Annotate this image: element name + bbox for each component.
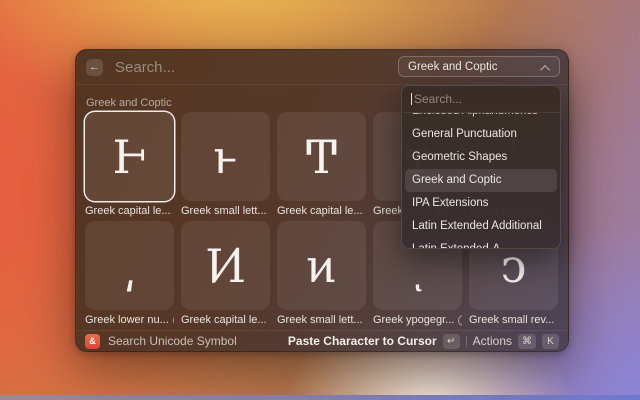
dropdown-option-list: Enclosed AlphanumericsGeneral Punctuatio… [402,113,560,249]
symbol-label-row: Greek capital le...? [181,310,270,330]
footer-actions: Paste Character to Cursor ↵ Actions ⌘ K [288,334,559,349]
symbol-cell[interactable]: ͵ [85,221,174,310]
footer-bar: & Search Unicode Symbol Paste Character … [76,330,568,351]
symbol-label-row: Greek ypogegr...? [373,310,462,330]
dropdown-search-row[interactable]: Search... [402,86,560,113]
symbol-character: ͻ [501,243,527,289]
symbol-character: Ͷ [205,243,245,289]
chevron-up-icon [540,64,550,74]
symbol-cell-unit: ͱ Greek small lett...? [181,112,270,221]
dropdown-option[interactable]: Greek and Coptic [405,169,557,192]
symbol-character: ͱ [213,134,237,180]
symbol-character: ͺ [406,243,429,289]
search-input[interactable]: Search... [115,59,175,76]
extension-name: Search Unicode Symbol [108,334,237,348]
question-icon[interactable]: ? [458,315,462,326]
dropdown-option[interactable]: General Punctuation [405,123,557,146]
symbol-cell[interactable]: ͱ [181,112,270,201]
symbol-name: Greek small rev... [469,314,554,326]
cmd-key-icon: ⌘ [518,334,536,349]
block-dropdown-panel: Search... Enclosed AlphanumericsGeneral … [401,85,561,249]
symbol-cell[interactable]: Ͱ [85,112,174,201]
symbol-name: Greek ypogegr... [373,314,454,326]
symbol-name: Greek lower nu... [85,314,169,326]
symbol-cell-unit: Ͱ Greek capital le...? [85,112,174,221]
dropdown-option[interactable]: Geometric Shapes [405,146,557,169]
symbol-cell[interactable]: ͷ [277,221,366,310]
primary-action-button[interactable]: Paste Character to Cursor [288,334,437,348]
enter-key-icon: ↵ [443,334,460,349]
dropdown-option[interactable]: Latin Extended-A [405,238,557,249]
block-selector-dropdown[interactable]: Greek and Coptic [398,56,560,77]
dropdown-option[interactable]: Enclosed Alphanumerics [405,113,557,123]
symbol-name: Greek small lett... [277,314,363,326]
dropdown-option[interactable]: Latin Extended Additional [405,215,557,238]
extension-icon: & [85,334,100,349]
symbol-cell[interactable]: Ͳ [277,112,366,201]
symbol-cell-unit: ͵ Greek lower nu...? [85,221,174,330]
footer-divider [466,336,467,347]
symbol-name: Greek capital le... [85,205,171,217]
top-search-bar: ← Search... Greek and Coptic [76,50,568,84]
symbol-label-row: Greek capital le...? [277,201,366,221]
symbol-label-row: Greek lower nu...? [85,310,174,330]
symbol-label-row: Greek small lett...? [181,201,270,221]
symbol-cell-unit: Ͳ Greek capital le...? [277,112,366,221]
dropdown-search-input[interactable]: Search... [414,92,462,106]
block-selector-value: Greek and Coptic [408,61,498,73]
symbol-cell-unit: ͷ Greek small lett...? [277,221,366,330]
symbol-character: ͵ [123,243,136,289]
text-caret [411,93,412,105]
symbol-label-row: Greek capital le...? [85,201,174,221]
symbol-cell[interactable]: Ͷ [181,221,270,310]
section-header: Greek and Coptic [86,97,172,109]
symbol-name: Greek capital le... [277,205,363,217]
background-bottom-strip [0,395,640,400]
symbol-character: Ͱ [112,134,146,180]
back-icon: ← [89,61,100,73]
symbol-name: Greek small lett... [181,205,267,217]
symbol-character: Ͳ [306,134,337,180]
back-button[interactable]: ← [86,59,103,76]
symbol-character: ͷ [306,243,337,289]
question-icon[interactable]: ? [173,315,174,326]
symbol-label-row: Greek small lett...? [277,310,366,330]
symbol-label-row: Greek small rev...? [469,310,558,330]
dropdown-option[interactable]: IPA Extensions [405,192,557,215]
symbol-name: Greek capital le... [181,314,267,326]
raycast-window: ← Search... Greek and Coptic Greek and C… [75,49,569,352]
symbol-cell-unit: Ͷ Greek capital le...? [181,221,270,330]
k-key-badge: K [542,334,559,349]
actions-button[interactable]: Actions [473,334,512,348]
